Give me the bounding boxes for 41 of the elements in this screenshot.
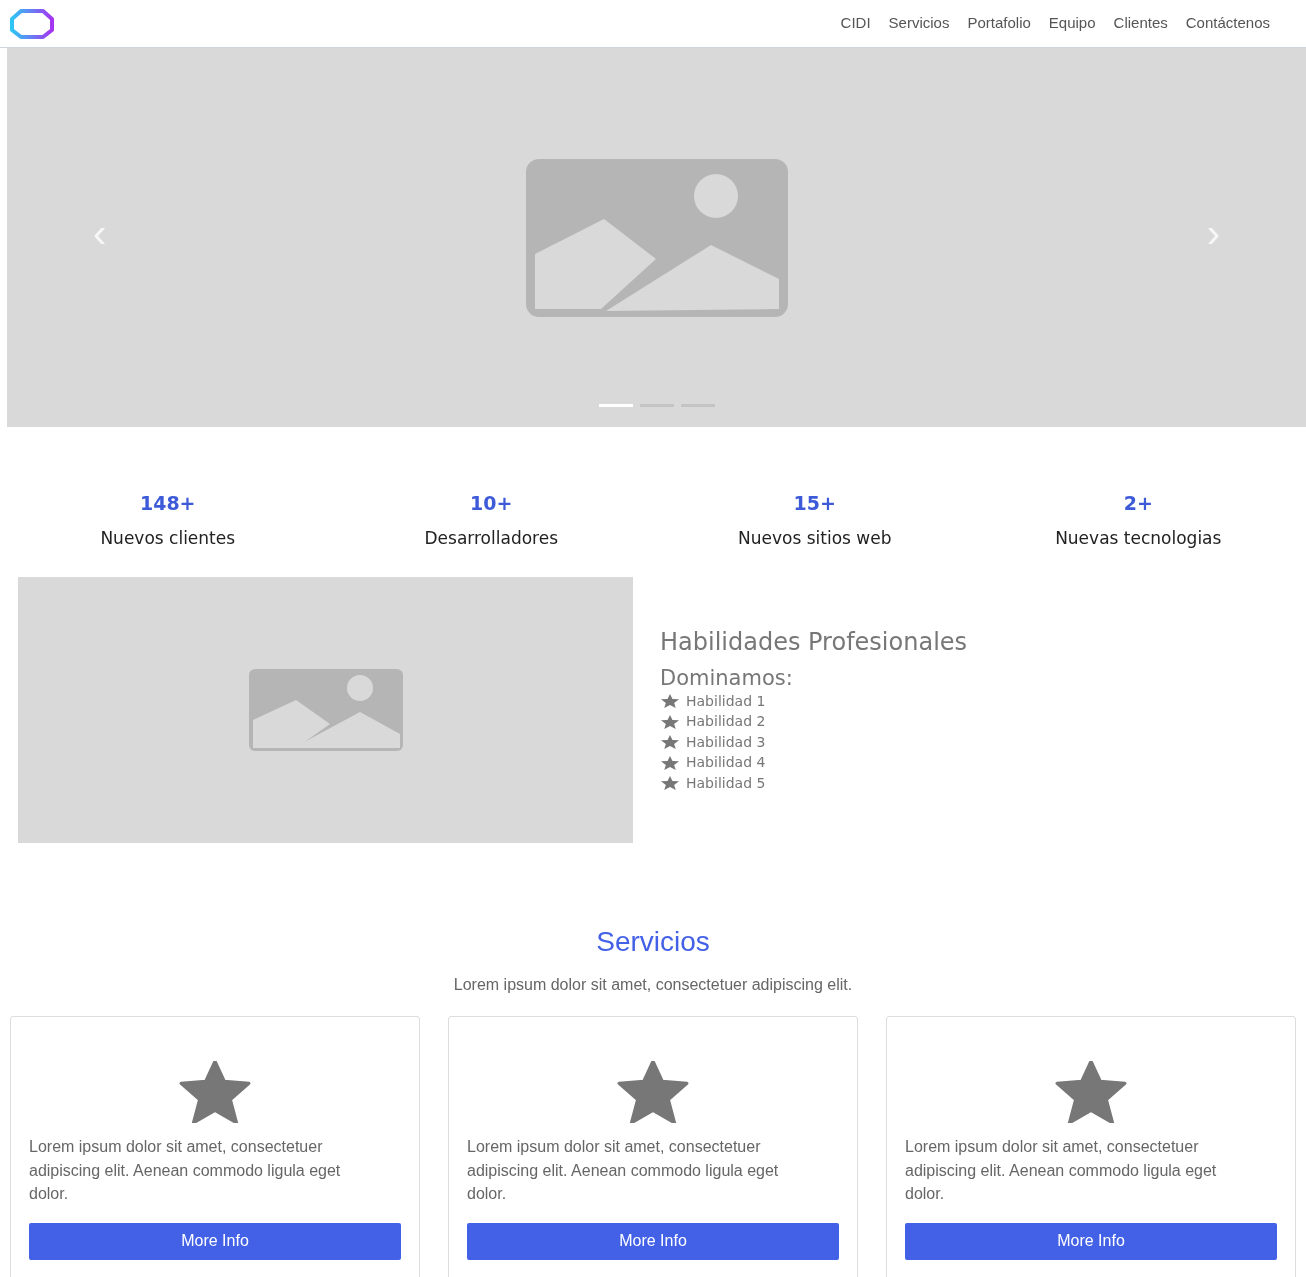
nav-link[interactable]: Clientes [1113,12,1168,35]
card-description: Lorem ipsum dolor sit amet, consectetuer adipiscing elit. Aenean commodo ligula eget dolor. [467,1137,780,1204]
star-icon [616,1061,690,1123]
star-icon [660,714,680,729]
stat-value: 148+ [139,491,196,515]
nav-link[interactable]: Portafolio [967,12,1031,35]
skill-item: Habilidad 2 [686,712,766,732]
star-icon [660,776,680,791]
card-description: Lorem ipsum dolor sit amet, consectetuer adipiscing elit. Aenean commodo ligula eget dolor. [29,1137,342,1204]
star-icon [660,694,680,709]
nav-link[interactable]: Equipo [1048,12,1096,35]
stat-value: 15+ [793,491,836,515]
nav-link[interactable]: Servicios [888,12,950,35]
stat-value: 10+ [470,491,513,515]
section-heading: Servicios [595,925,711,959]
skill-item: Habilidad 3 [686,732,766,752]
more-info-button[interactable]: More Info [29,1222,401,1260]
more-info-button[interactable]: More Info [467,1222,839,1260]
stat-value: 2+ [1123,491,1153,515]
skill-item: Habilidad 5 [686,773,766,793]
skill-item: Habilidad 1 [686,691,766,711]
star-icon [660,755,680,770]
card-description: Lorem ipsum dolor sit amet, consectetuer adipiscing elit. Aenean commodo ligula eget dolor. [905,1137,1218,1204]
section-subheading: Dominamos: [660,665,794,691]
skill-item: Habilidad 4 [686,753,766,773]
nav-link[interactable]: Contáctenos [1185,12,1270,35]
stat-label: Desarrolladores [424,527,558,550]
star-icon [660,735,680,750]
star-icon [178,1061,252,1123]
section-description: Lorem ipsum dolor sit amet, consectetuer adipiscing elit. [452,975,854,995]
stat-label: Nuevas tecnologias [1055,527,1222,550]
stat-label: Nuevos clientes [100,527,236,550]
section-heading: Habilidades Profesionales [660,627,968,657]
more-info-button[interactable]: More Info [905,1222,1277,1260]
nav-link[interactable]: CIDI [840,12,871,35]
stat-label: Nuevos sitios web [738,527,892,550]
image-placeholder-icon [247,668,404,752]
slide-indicator[interactable] [598,404,633,407]
star-icon [1054,1061,1128,1123]
image-placeholder-icon [525,158,788,317]
logo-icon[interactable] [9,7,55,40]
